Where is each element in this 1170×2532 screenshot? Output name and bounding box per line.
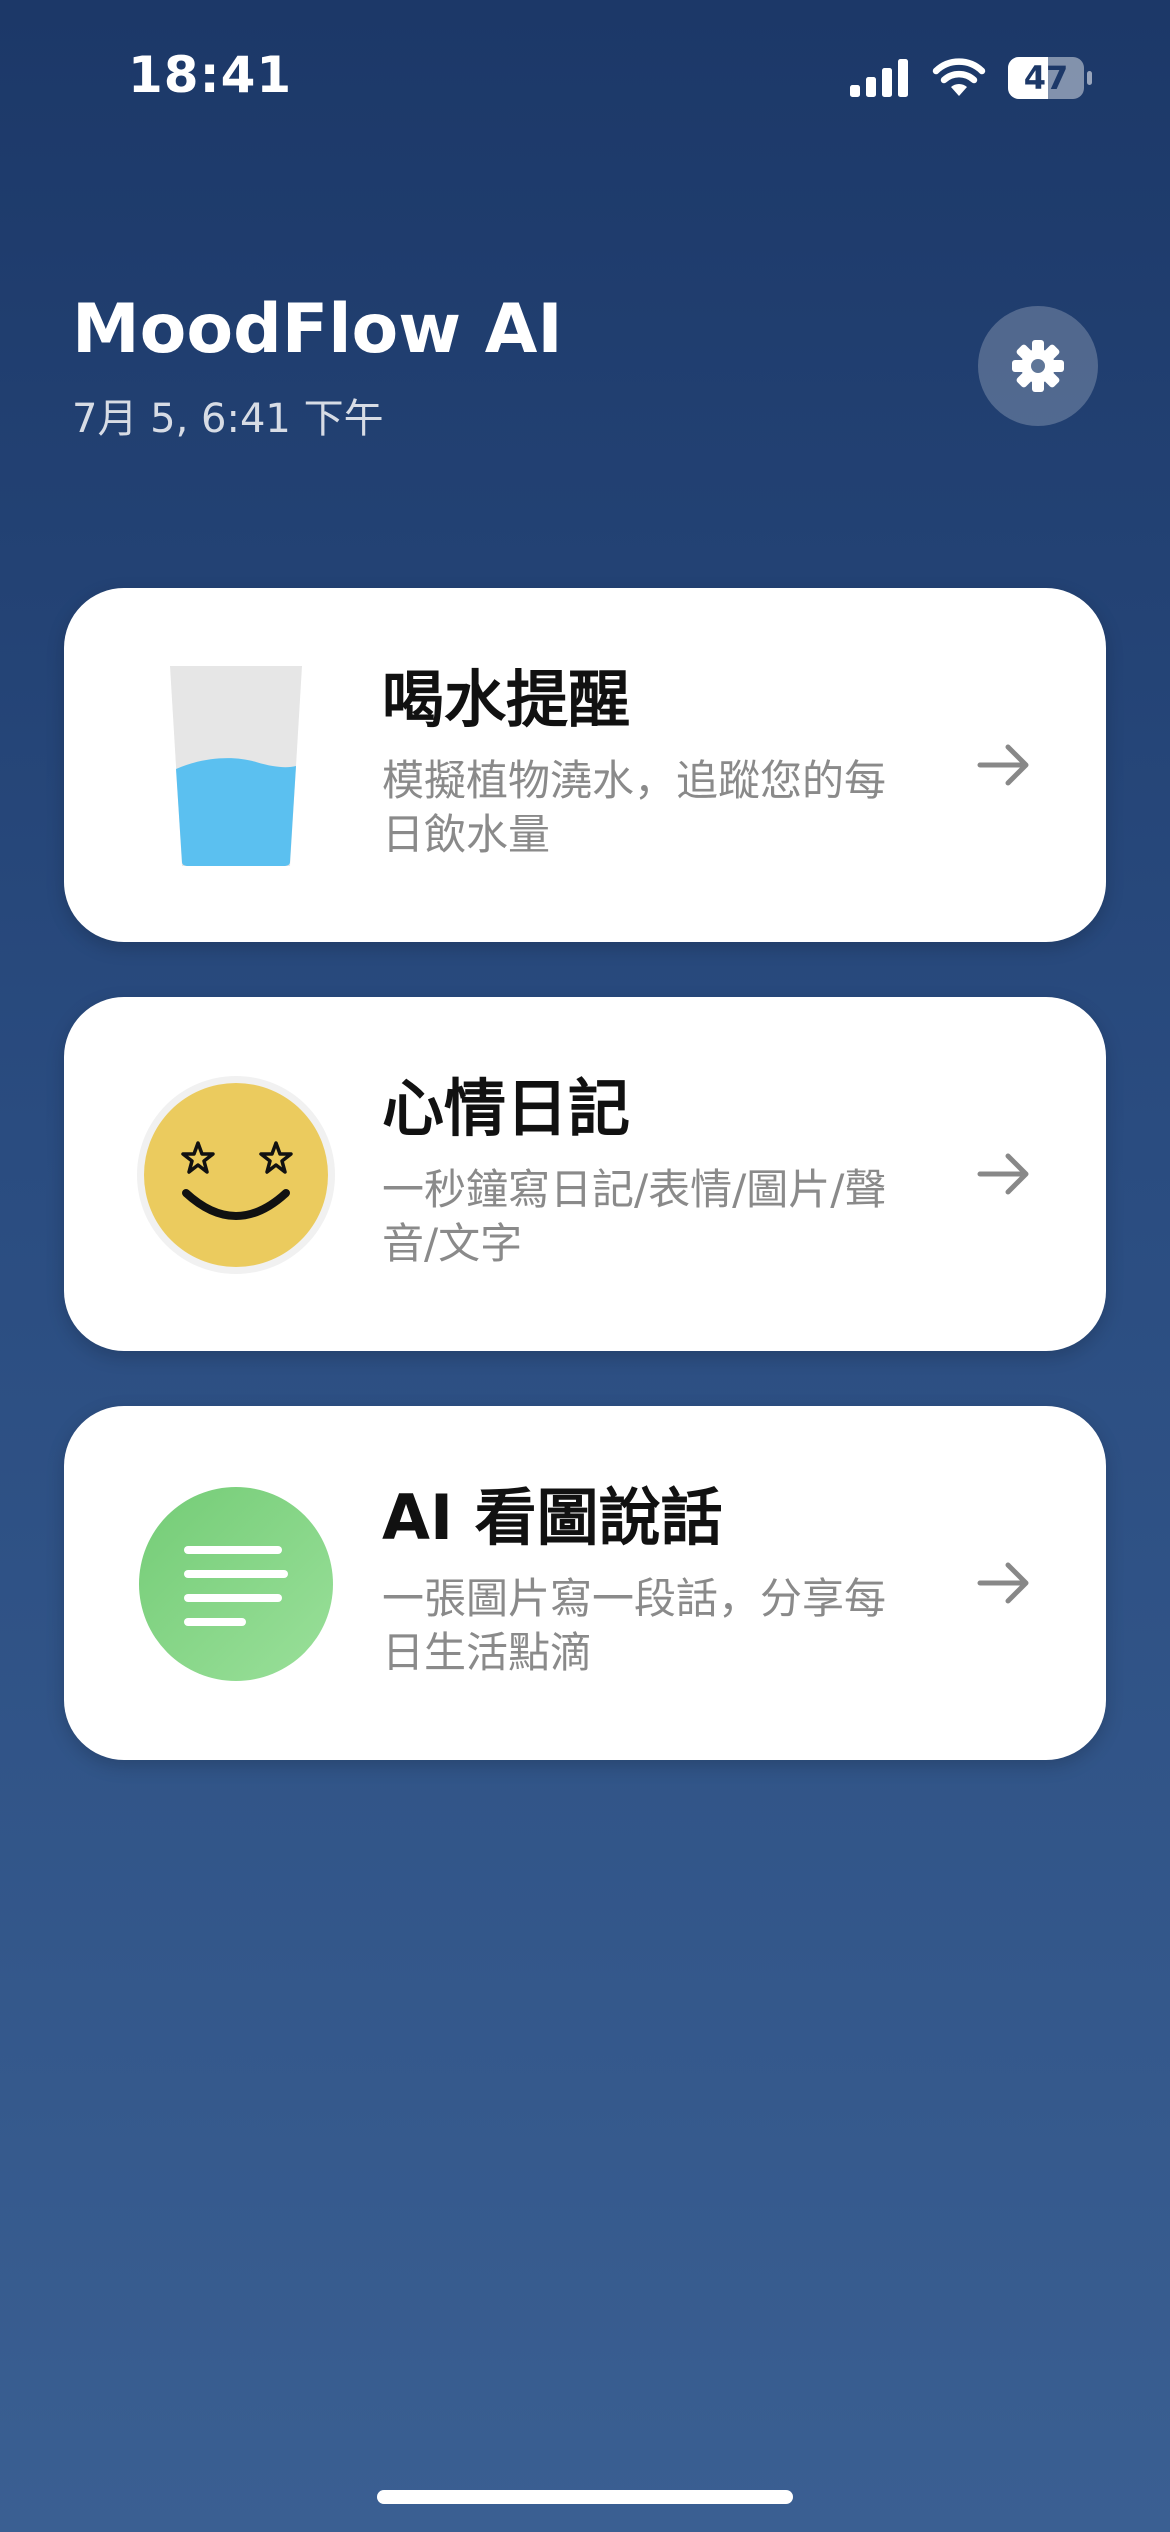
signal-icon [850, 59, 910, 97]
app-title: MoodFlow AI [72, 290, 563, 369]
card-water-reminder[interactable]: 喝水提醒 模擬植物澆水，追蹤您的每日飲水量 [64, 588, 1106, 942]
card-description: 一秒鐘寫日記/表情/圖片/聲音/文字 [382, 1165, 887, 1268]
arrow-right-icon [974, 1553, 1034, 1613]
card-title: 心情日記 [382, 1072, 631, 1145]
card-title: AI 看圖說話 [382, 1481, 723, 1554]
card-description: 模擬植物澆水，追蹤您的每日飲水量 [382, 756, 887, 859]
status-time: 18:41 [128, 46, 293, 104]
arrow-right-icon [974, 735, 1034, 795]
text-lines-icon [136, 1484, 336, 1684]
gear-icon [1010, 338, 1066, 394]
star-eyes-smiley-icon [136, 1075, 336, 1275]
status-bar: 18:41 47 [0, 0, 1170, 150]
arrow-right-icon [974, 1144, 1034, 1204]
wifi-icon [932, 58, 986, 98]
app-date: 7月 5, 6:41 下午 [72, 396, 384, 442]
status-icons: 47 [850, 54, 1092, 102]
card-description: 一張圖片寫一段話，分享每日生活點滴 [382, 1574, 887, 1677]
card-mood-diary[interactable]: 心情日記 一秒鐘寫日記/表情/圖片/聲音/文字 [64, 997, 1106, 1351]
home-indicator[interactable] [377, 2490, 793, 2504]
battery-icon: 47 [1008, 57, 1092, 99]
card-ai-picture-talk[interactable]: AI 看圖說話 一張圖片寫一段話，分享每日生活點滴 [64, 1406, 1106, 1760]
water-glass-icon [136, 666, 336, 866]
settings-button[interactable] [978, 306, 1098, 426]
battery-level: 47 [1023, 59, 1069, 97]
card-title: 喝水提醒 [382, 663, 631, 736]
